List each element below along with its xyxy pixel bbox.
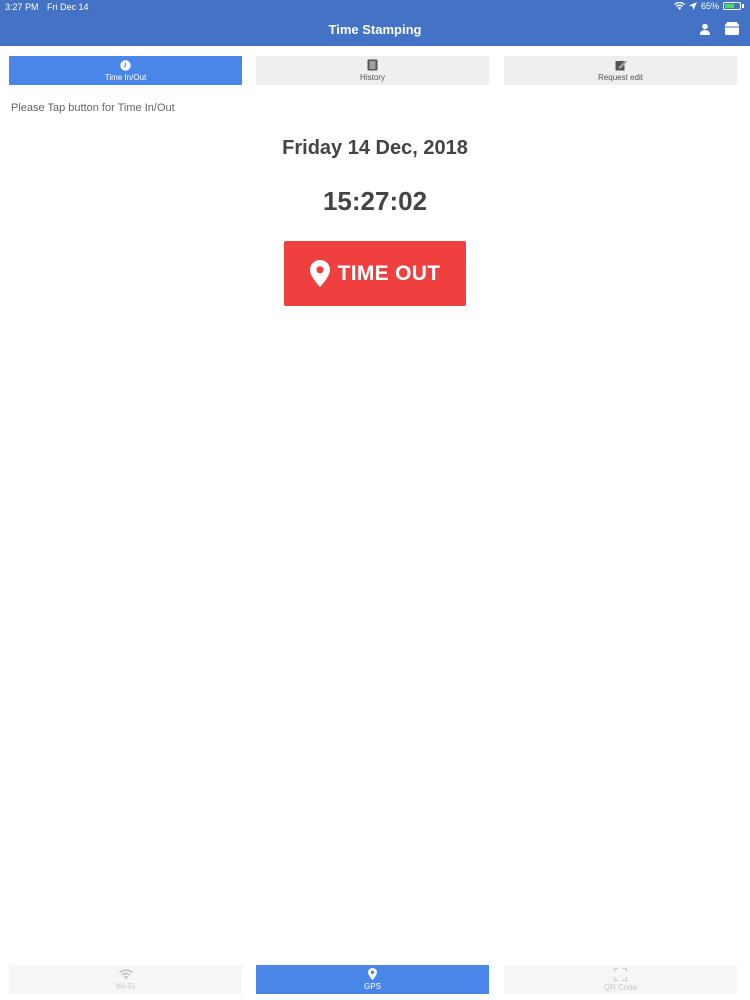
clock-icon [120, 59, 131, 71]
wifi-status-icon [673, 2, 685, 10]
wallet-icon[interactable] [725, 22, 739, 40]
tab-label: History [360, 73, 385, 82]
battery-percent: 65% [700, 1, 719, 11]
current-time: 15:27:02 [322, 186, 428, 216]
status-date: Fri Dec 14 [47, 2, 89, 12]
edit-icon [615, 60, 627, 71]
mode-tab-label: QR Code [603, 982, 638, 992]
qr-scan-icon [614, 967, 627, 981]
time-out-button[interactable]: TIME OUT [284, 241, 466, 306]
mode-tab-qr-code[interactable]: QR Code [504, 965, 737, 994]
status-time: 3:27 PM [5, 2, 39, 12]
mode-tab-label: GPS [364, 982, 381, 991]
tab-label: Time In/Out [104, 72, 147, 82]
mode-tab-gps[interactable]: GPS [256, 965, 489, 994]
status-bar: 3:27 PM Fri Dec 14 65% [0, 0, 750, 14]
location-arrow-icon [688, 2, 697, 10]
location-pin-icon [368, 968, 377, 980]
book-icon [367, 59, 378, 71]
status-indicators: 65% [673, 1, 744, 11]
tab-label: Request edit [598, 73, 643, 82]
tab-history[interactable]: History [256, 56, 489, 85]
battery-icon [723, 2, 741, 10]
page-title: Time Stamping [328, 22, 422, 37]
wifi-icon [118, 968, 133, 980]
mode-tab-wifi[interactable]: Wi-Fi [9, 965, 242, 994]
location-pin-icon [309, 260, 330, 287]
mode-tab-label: Wi-Fi [116, 981, 135, 991]
instruction-text: Please Tap button for Time In/Out [11, 102, 175, 114]
segment-tabs: Time In/Out History Request edit [9, 56, 737, 85]
person-icon[interactable] [699, 22, 711, 40]
time-out-label: TIME OUT [337, 261, 441, 285]
top-nav-bar: 3:27 PM Fri Dec 14 65% Time Stamping [0, 0, 750, 46]
mode-tabs: Wi-Fi GPS QR Code [9, 965, 737, 994]
tab-time-in-out[interactable]: Time In/Out [9, 56, 242, 85]
current-date: Friday 14 Dec, 2018 [282, 137, 468, 159]
tab-request-edit[interactable]: Request edit [504, 56, 737, 85]
